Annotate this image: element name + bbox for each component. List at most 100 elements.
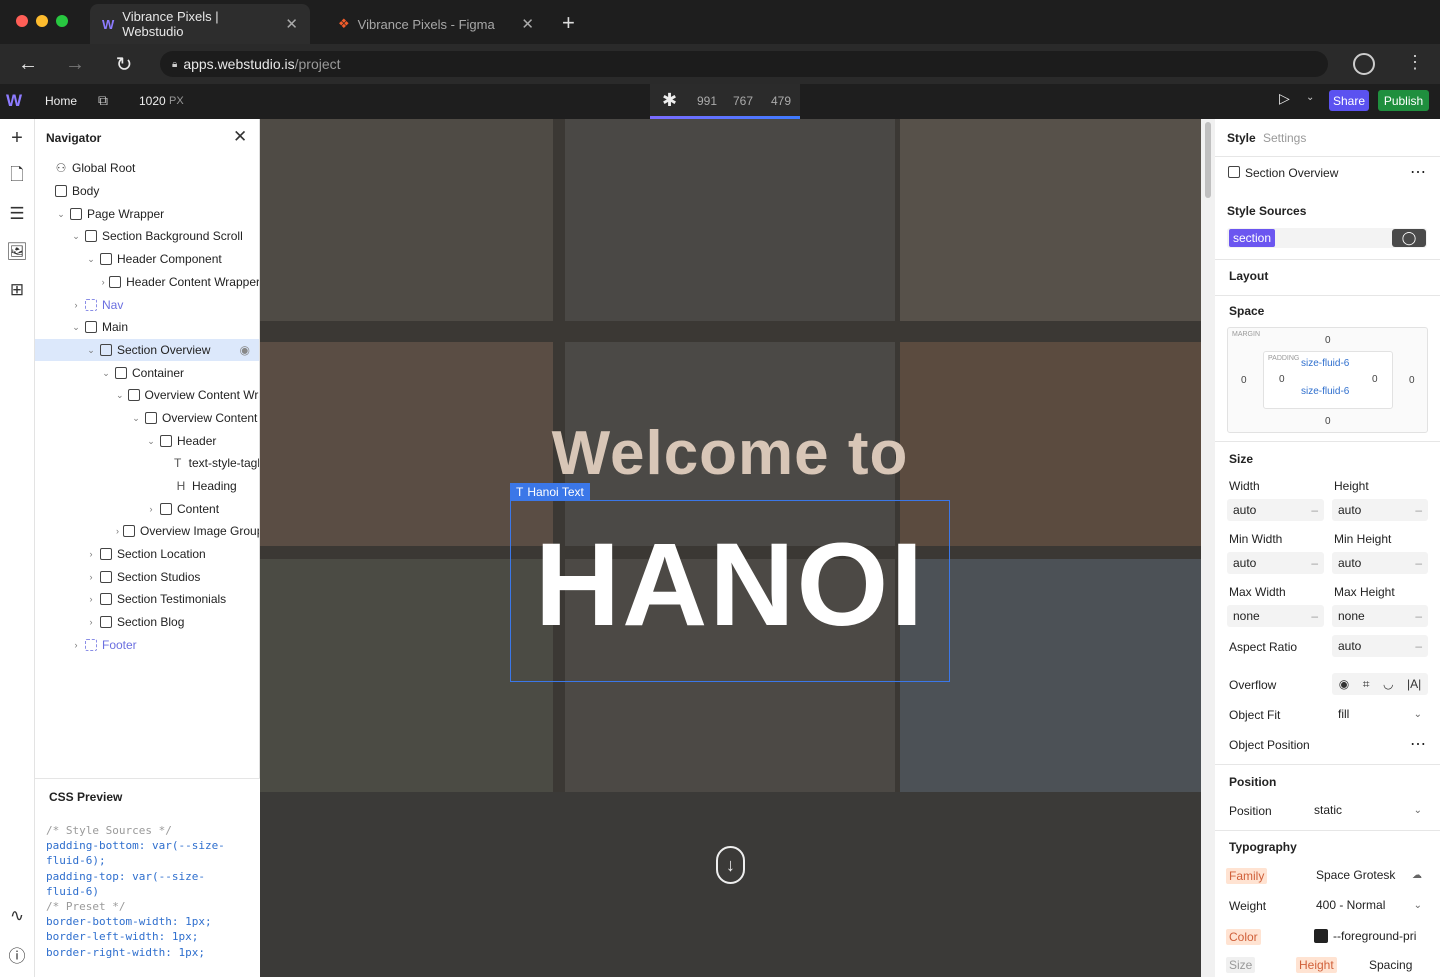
chevron-down-icon[interactable]: ⌄ (56, 209, 66, 220)
cloud-upload-icon[interactable]: ☁ (1412, 870, 1422, 881)
object-fit-select[interactable]: fill ⌄ (1332, 703, 1428, 725)
style-source-tag[interactable]: section (1229, 229, 1276, 247)
navigator-item[interactable]: ⌄ Overview Content Wra (35, 384, 259, 406)
navigator-item[interactable]: › Header Content Wrapper (35, 271, 259, 293)
chevron-down-icon[interactable]: ⌄ (1306, 92, 1314, 103)
more-icon[interactable]: ⋯ (1410, 734, 1426, 754)
navigator-item[interactable]: › Footer (35, 634, 259, 656)
minimize-window-button[interactable] (36, 15, 48, 27)
font-weight-select[interactable]: 400 - Normal ⌄ (1310, 894, 1428, 916)
state-toggle-icon[interactable]: ◯ (1392, 229, 1426, 247)
navigator-item[interactable]: ⌄ Header Component (35, 248, 259, 270)
space-title[interactable]: Space (1229, 304, 1264, 318)
base-breakpoint-icon[interactable]: ✱ (662, 90, 677, 111)
home-link[interactable]: Home (45, 94, 77, 108)
breakpoint-767[interactable]: 767 (733, 94, 753, 108)
navigator-item[interactable]: ⌄ Overview Content (35, 407, 259, 429)
position-select[interactable]: static ⌄ (1308, 799, 1428, 821)
canvas-scrollbar-thumb[interactable] (1205, 122, 1211, 198)
navigator-item[interactable]: H Heading (35, 475, 259, 497)
add-icon[interactable]: + (6, 127, 28, 149)
color-swatch[interactable] (1314, 929, 1328, 943)
navigator-item[interactable]: ⌄ Section Background Scroll (35, 225, 259, 247)
canvas-scrollbar[interactable] (1201, 119, 1215, 977)
assets-image-icon[interactable]: 🖼︎ (6, 241, 28, 263)
new-tab-icon[interactable]: + (562, 10, 575, 36)
chevron-right-icon[interactable]: › (86, 549, 96, 559)
preview-play-icon[interactable]: ▷ (1279, 90, 1290, 107)
width-input[interactable]: auto – (1227, 499, 1324, 521)
min-width-input[interactable]: auto – (1227, 552, 1324, 574)
navigator-item[interactable]: ⚇ Global Root (35, 157, 259, 179)
browser-menu-icon[interactable]: ⋮ (1406, 52, 1424, 73)
max-width-input[interactable]: none – (1227, 605, 1324, 627)
chevron-right-icon[interactable]: › (86, 617, 96, 627)
layout-title[interactable]: Layout (1229, 269, 1268, 283)
crop-icon[interactable]: ⌗ (1363, 677, 1370, 692)
help-icon[interactable]: ⓘ (6, 943, 28, 966)
navigator-item[interactable]: ⌄ Page Wrapper (35, 203, 259, 225)
padding-left[interactable]: 0 (1279, 374, 1285, 385)
chevron-right-icon[interactable]: › (116, 526, 119, 536)
browser-tab-figma[interactable]: ❖ Vibrance Pixels - Figma ✕ (326, 4, 546, 44)
navigator-item[interactable]: › Nav (35, 294, 259, 316)
eye-icon[interactable]: ◉ (1339, 677, 1349, 691)
chevron-right-icon[interactable]: › (101, 277, 105, 287)
chevron-right-icon[interactable]: › (71, 640, 81, 650)
navigator-item[interactable]: ⌄ Section Overview ◉ (35, 339, 259, 361)
canvas-width-value[interactable]: 1020 (139, 94, 166, 108)
margin-right[interactable]: 0 (1409, 375, 1415, 386)
welcome-heading[interactable]: Welcome to (420, 418, 1040, 489)
animation-curve-icon[interactable]: ∿ (6, 905, 28, 927)
visibility-eye-icon[interactable]: ◉ (240, 343, 250, 357)
maximize-window-button[interactable] (56, 15, 68, 27)
webstudio-logo-icon[interactable]: W (6, 91, 22, 111)
profile-icon[interactable] (1353, 53, 1375, 75)
chevron-down-icon[interactable]: ⌄ (71, 322, 81, 333)
chevron-down-icon[interactable]: ⌄ (146, 436, 156, 447)
aspect-ratio-input[interactable]: auto – (1332, 635, 1428, 657)
forward-icon[interactable]: → (63, 52, 87, 76)
chevron-down-icon[interactable]: ⌄ (71, 231, 81, 242)
components-icon[interactable]: ⊞ (6, 279, 28, 301)
publish-button[interactable]: Publish (1378, 90, 1429, 111)
close-tab-icon[interactable]: ✕ (521, 15, 534, 33)
margin-left[interactable]: 0 (1241, 375, 1247, 386)
margin-bottom[interactable]: 0 (1325, 416, 1331, 427)
navigator-item[interactable]: › Section Studios (35, 566, 259, 588)
breakpoint-479[interactable]: 479 (771, 94, 791, 108)
padding-top[interactable]: size-fluid-6 (1301, 358, 1349, 369)
hanoi-text[interactable]: HANOI (510, 520, 950, 650)
chevron-down-icon[interactable]: ⌄ (86, 254, 96, 265)
navigator-item[interactable]: › Section Blog (35, 611, 259, 633)
scroll-down-icon[interactable]: ↓ (716, 846, 745, 884)
share-button[interactable]: Share (1329, 90, 1369, 111)
chevron-right-icon[interactable]: › (146, 504, 156, 514)
padding-bottom[interactable]: size-fluid-6 (1301, 386, 1349, 397)
navigator-item[interactable]: › Content (35, 498, 259, 520)
navigator-item[interactable]: ⌄ Container (35, 362, 259, 384)
close-tab-icon[interactable]: ✕ (285, 15, 298, 33)
navigator-item[interactable]: Ttext-style-tagl (35, 452, 259, 474)
tab-settings[interactable]: Settings (1263, 131, 1306, 145)
url-field[interactable]: 🔒︎ apps.webstudio.is/project (160, 51, 1328, 77)
chevron-right-icon[interactable]: › (71, 300, 81, 310)
min-height-input[interactable]: auto – (1332, 552, 1428, 574)
padding-right[interactable]: 0 (1372, 374, 1378, 385)
chevron-down-icon[interactable]: ⌄ (131, 413, 141, 424)
pages-icon[interactable]: 🗋︎ (6, 165, 28, 187)
chevron-down-icon[interactable]: ⌄ (86, 345, 96, 356)
chevron-right-icon[interactable]: › (86, 572, 96, 582)
chevron-right-icon[interactable]: › (86, 594, 96, 604)
navigator-item[interactable]: › Section Location (35, 543, 259, 565)
max-height-input[interactable]: none – (1332, 605, 1428, 627)
navigator-item[interactable]: › Overview Image Group (35, 520, 259, 542)
chevron-down-icon[interactable]: ⌄ (101, 368, 111, 379)
navigator-item[interactable]: ⌄ Header (35, 430, 259, 452)
back-icon[interactable]: ← (16, 52, 40, 76)
tab-style[interactable]: Style (1227, 131, 1256, 145)
position-title[interactable]: Position (1229, 775, 1276, 789)
reload-icon[interactable]: ↻ (112, 52, 136, 76)
chevron-down-icon[interactable]: ⌄ (116, 390, 124, 401)
breakpoint-991[interactable]: 991 (697, 94, 717, 108)
